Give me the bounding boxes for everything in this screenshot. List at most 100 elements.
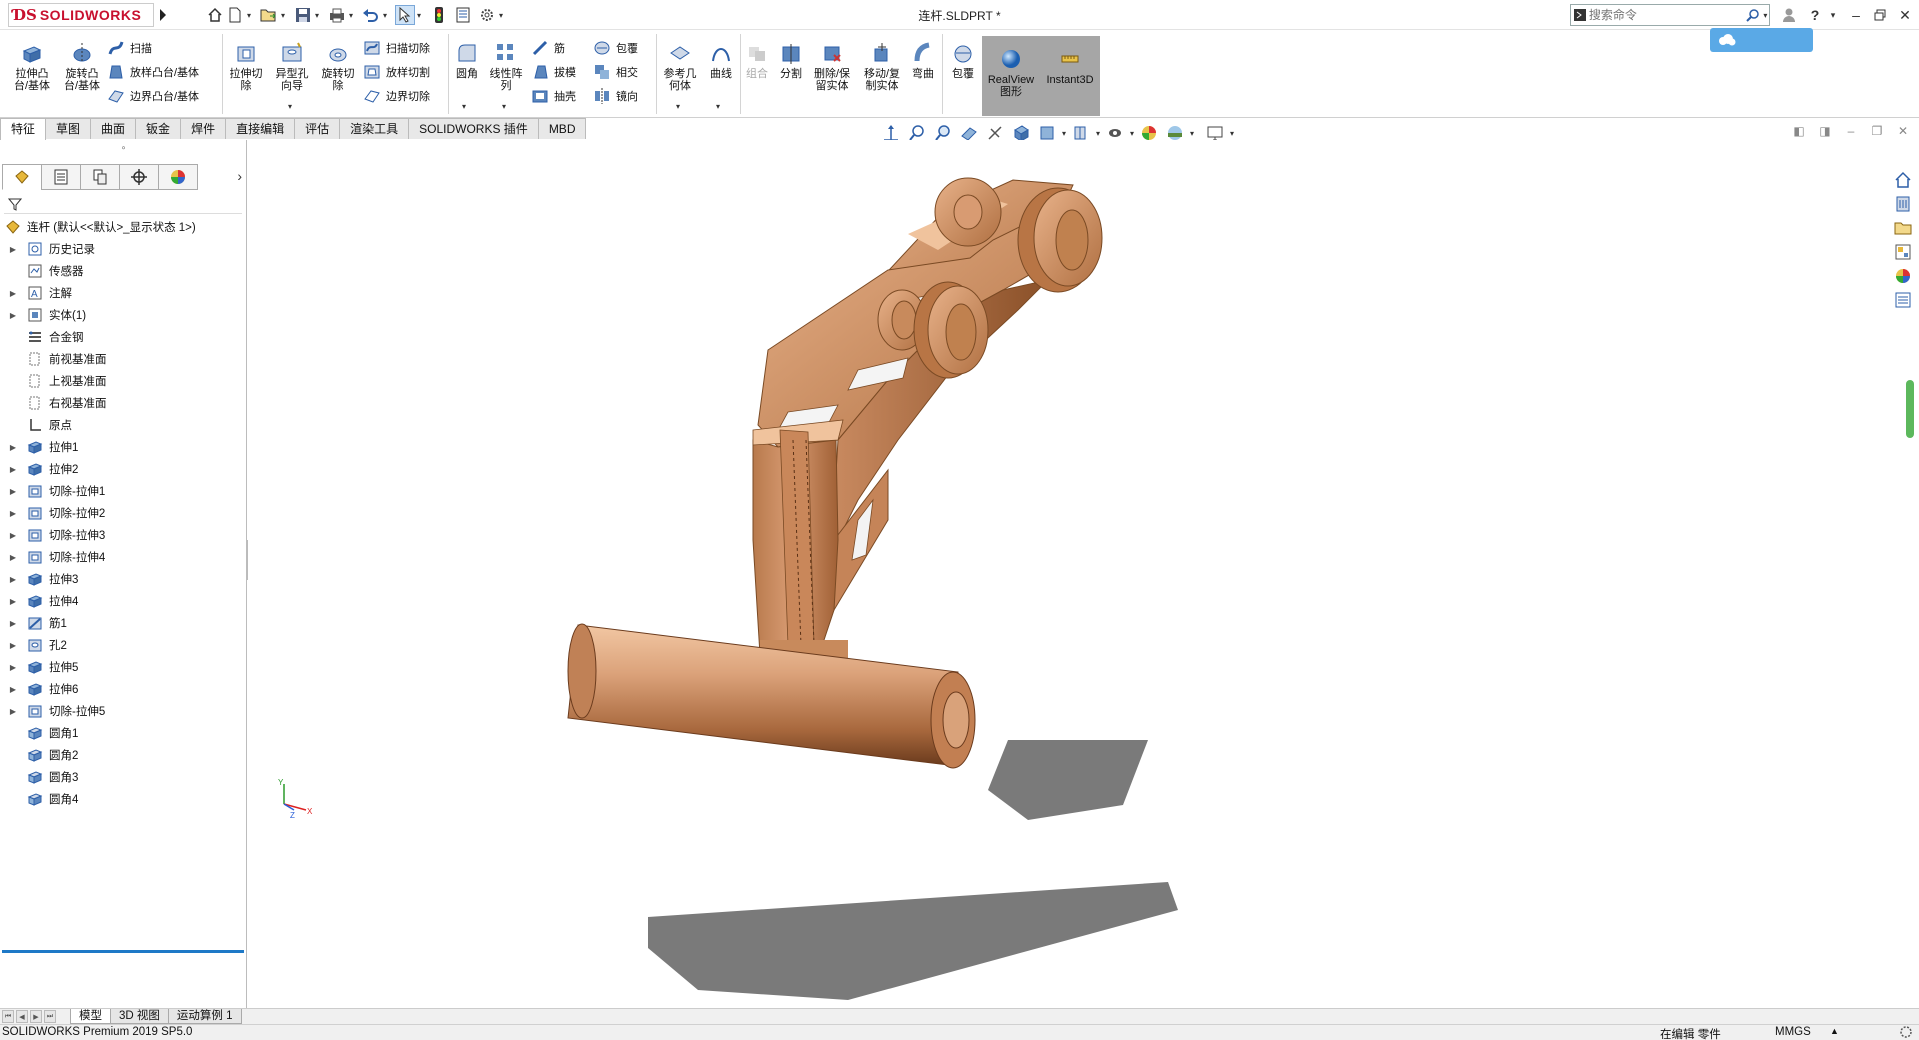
fillet-dropdown-icon[interactable]: ▾ bbox=[462, 102, 466, 111]
mirror-button[interactable]: 镜向 bbox=[592, 86, 638, 106]
menu-pin-arrow-icon[interactable] bbox=[158, 7, 168, 23]
shell-button[interactable]: 抽壳 bbox=[530, 86, 576, 106]
print-dropdown-icon[interactable]: ▾ bbox=[347, 11, 355, 20]
tree-item[interactable]: 合金钢 bbox=[0, 326, 244, 348]
open-dropdown-icon[interactable]: ▾ bbox=[279, 11, 287, 20]
options-dropdown-icon[interactable]: ▾ bbox=[497, 11, 505, 20]
design-library-icon[interactable] bbox=[1890, 192, 1916, 216]
custom-properties-icon[interactable] bbox=[1890, 288, 1916, 312]
undo-dropdown-icon[interactable]: ▾ bbox=[381, 11, 389, 20]
tree-item[interactable]: ▶ 拉伸5 bbox=[0, 656, 244, 678]
extrude-cut-button[interactable]: 拉伸切 除 bbox=[224, 40, 268, 92]
expand-arrow-icon[interactable]: ▶ bbox=[8, 487, 18, 496]
tree-item[interactable]: ▶ 实体(1) bbox=[0, 304, 244, 326]
expand-arrow-icon[interactable]: ▶ bbox=[8, 663, 18, 672]
tree-item[interactable]: ▶ 切除-拉伸2 bbox=[0, 502, 244, 524]
tab-features[interactable]: 特征 bbox=[0, 118, 47, 140]
loft-boss-button[interactable]: 放样凸台/基体 bbox=[106, 62, 199, 82]
move-copy-body-button[interactable]: 移动/复 制实体 bbox=[858, 40, 906, 92]
search-commands-box[interactable]: ▾ bbox=[1570, 4, 1770, 26]
user-account-icon[interactable] bbox=[1778, 4, 1800, 26]
viewport-next-icon[interactable]: ◨ bbox=[1812, 124, 1838, 138]
expand-arrow-icon[interactable]: ▶ bbox=[8, 311, 18, 320]
tree-filter[interactable] bbox=[4, 194, 242, 214]
tab-motion-study-1[interactable]: 运动算例 1 bbox=[167, 1009, 242, 1024]
file-properties-icon[interactable] bbox=[453, 5, 473, 25]
tree-item[interactable]: ▶ 拉伸4 bbox=[0, 590, 244, 612]
tree-item[interactable]: 上视基准面 bbox=[0, 370, 244, 392]
expand-arrow-icon[interactable]: ▶ bbox=[8, 531, 18, 540]
panel-expand-chevron-icon[interactable]: › bbox=[237, 168, 242, 184]
tree-item[interactable]: 前视基准面 bbox=[0, 348, 244, 370]
tab-sketch[interactable]: 草图 bbox=[45, 118, 92, 139]
file-explorer-icon[interactable] bbox=[1890, 216, 1916, 240]
expand-arrow-icon[interactable]: ▶ bbox=[8, 509, 18, 518]
tree-item[interactable]: ▶ 切除-拉伸4 bbox=[0, 546, 244, 568]
status-options-icon[interactable] bbox=[1898, 1025, 1914, 1040]
combine-button[interactable]: 组合 bbox=[742, 40, 772, 80]
view-settings-dropdown-icon[interactable]: ▾ bbox=[1228, 129, 1236, 138]
tree-item[interactable]: 圆角1 bbox=[0, 722, 244, 744]
curves-dropdown-icon[interactable]: ▾ bbox=[716, 102, 720, 111]
scene-dropdown-icon[interactable]: ▾ bbox=[1188, 129, 1196, 138]
expand-arrow-icon[interactable]: ▶ bbox=[8, 553, 18, 562]
tree-item[interactable]: ▶ A 注解 bbox=[0, 282, 244, 304]
undo-icon[interactable] bbox=[361, 5, 381, 25]
tree-item[interactable]: ▶ 切除-拉伸1 bbox=[0, 480, 244, 502]
tree-item[interactable]: 原点 bbox=[0, 414, 244, 436]
select-dropdown-icon[interactable]: ▾ bbox=[415, 11, 423, 20]
restore-button[interactable] bbox=[1869, 4, 1891, 26]
tab-direct-editing[interactable]: 直接编辑 bbox=[225, 118, 296, 139]
tree-item[interactable]: ▶ 拉伸6 bbox=[0, 678, 244, 700]
rollback-bar[interactable] bbox=[2, 950, 244, 953]
cloud-badge[interactable] bbox=[1710, 28, 1813, 52]
save-icon[interactable] bbox=[293, 5, 313, 25]
options-gear-icon[interactable] bbox=[477, 5, 497, 25]
prev-tab-arrow-icon[interactable]: ◀ bbox=[16, 1010, 28, 1023]
solidworks-menu-button[interactable]: ƊS SOLIDWORKS bbox=[8, 3, 154, 27]
revolve-cut-button[interactable]: 旋转切 除 bbox=[316, 40, 360, 92]
sweep-button[interactable]: 扫描 bbox=[106, 38, 152, 58]
tree-item[interactable]: ▶ 拉伸2 bbox=[0, 458, 244, 480]
unit-system-arrow[interactable]: ▲ bbox=[1830, 1026, 1839, 1036]
expand-arrow-icon[interactable]: ▶ bbox=[8, 575, 18, 584]
tab-sheet-metal[interactable]: 钣金 bbox=[135, 118, 182, 139]
panel-grip[interactable]: ⚬ bbox=[0, 140, 247, 156]
tree-item[interactable]: ▶ 拉伸3 bbox=[0, 568, 244, 590]
tab-surfaces[interactable]: 曲面 bbox=[90, 118, 137, 139]
pattern-dropdown-icon[interactable]: ▾ bbox=[502, 102, 506, 111]
split-button[interactable]: 分割 bbox=[774, 40, 808, 80]
tree-item[interactable]: ▶ 孔2 bbox=[0, 634, 244, 656]
close-button[interactable]: ✕ bbox=[1894, 4, 1916, 26]
expand-arrow-icon[interactable]: ▶ bbox=[8, 685, 18, 694]
tree-item[interactable]: 圆角4 bbox=[0, 788, 244, 810]
display-style-dropdown-icon[interactable]: ▾ bbox=[1060, 129, 1068, 138]
tree-item[interactable]: 圆角2 bbox=[0, 744, 244, 766]
view-palette-icon[interactable] bbox=[1890, 240, 1916, 264]
tab-weldments[interactable]: 焊件 bbox=[180, 118, 227, 139]
tree-item[interactable]: 圆角3 bbox=[0, 766, 244, 788]
home-icon[interactable] bbox=[205, 5, 225, 25]
hole-wizard-dropdown-icon[interactable]: ▾ bbox=[288, 102, 292, 111]
tab-mbd[interactable]: MBD bbox=[537, 118, 587, 139]
select-pointer-icon[interactable] bbox=[395, 5, 415, 25]
featuremanager-tab[interactable] bbox=[2, 164, 42, 190]
configurationmanager-tab[interactable] bbox=[80, 164, 120, 190]
expand-arrow-icon[interactable]: ▶ bbox=[8, 289, 18, 298]
expand-arrow-icon[interactable]: ▶ bbox=[8, 465, 18, 474]
displaymanager-tab[interactable] bbox=[158, 164, 198, 190]
expand-arrow-icon[interactable]: ▶ bbox=[8, 443, 18, 452]
first-tab-arrow-icon[interactable]: ⏮ bbox=[2, 1010, 14, 1023]
expand-arrow-icon[interactable]: ▶ bbox=[8, 245, 18, 254]
draft-button[interactable]: 拔模 bbox=[530, 62, 576, 82]
expand-arrow-icon[interactable]: ▶ bbox=[8, 641, 18, 650]
search-scope-icon[interactable] bbox=[1571, 5, 1589, 25]
appearances-scenes-icon[interactable] bbox=[1890, 264, 1916, 288]
tab-model[interactable]: 模型 bbox=[70, 1009, 111, 1024]
tree-item[interactable]: ▶ 切除-拉伸5 bbox=[0, 700, 244, 722]
wrap-large-button[interactable]: 包覆 bbox=[946, 40, 980, 80]
help-dropdown-icon[interactable]: ▾ bbox=[1822, 4, 1844, 26]
task-pane-scroll-thumb[interactable] bbox=[1906, 380, 1914, 438]
search-dropdown-icon[interactable]: ▾ bbox=[1762, 11, 1769, 20]
print-icon[interactable] bbox=[327, 5, 347, 25]
